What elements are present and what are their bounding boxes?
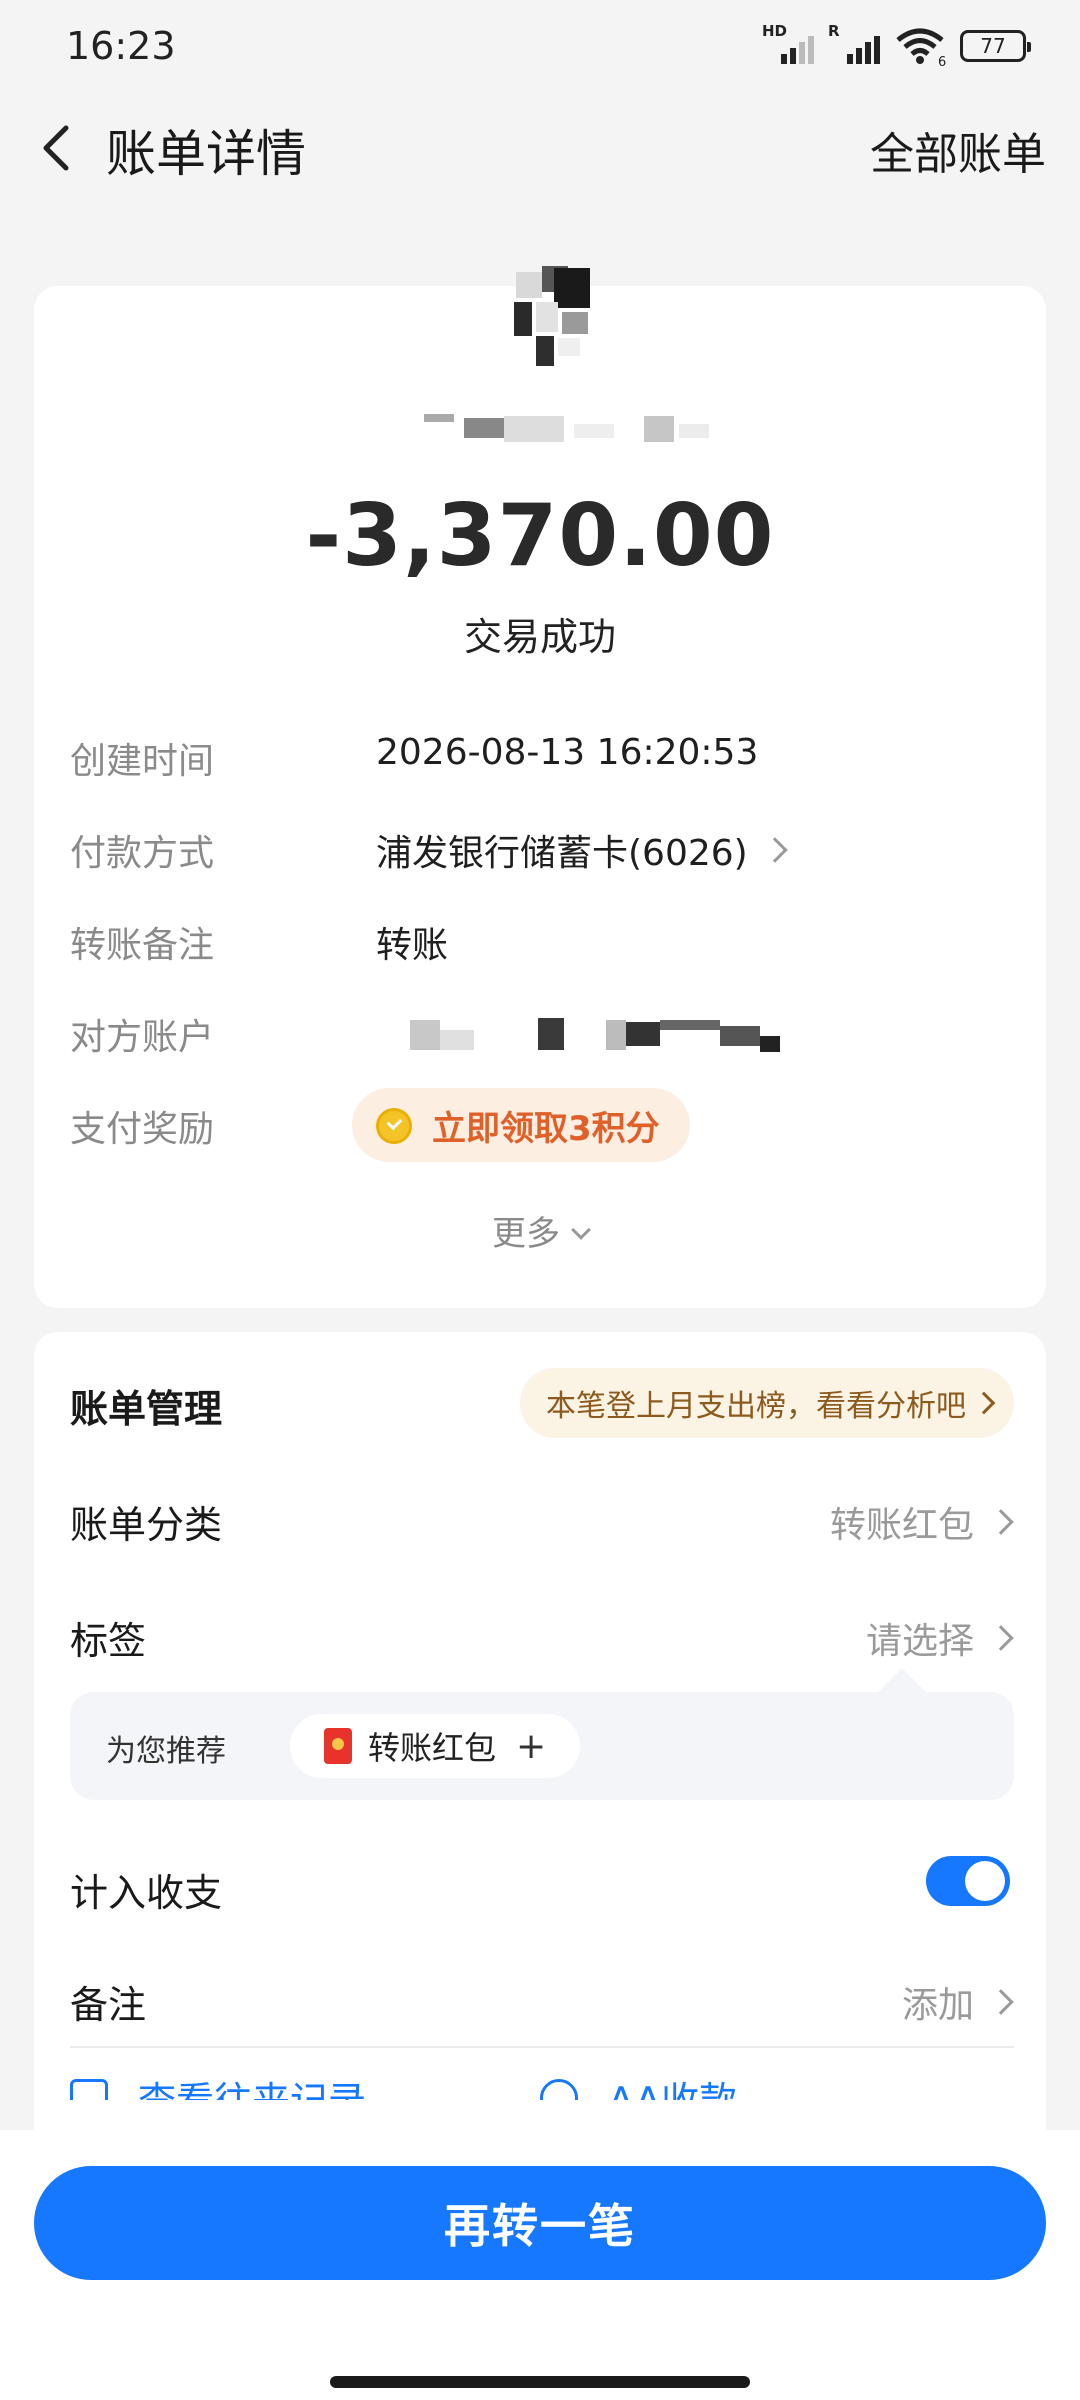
cell-signal-r-icon: R — [828, 22, 880, 66]
note-label: 备注 — [70, 1983, 147, 2027]
counterparty-name-redacted — [424, 414, 709, 442]
payment-reward-label: 支付奖励 — [70, 1109, 215, 1150]
bottom-action-bar: 再转一笔 — [0, 2130, 1080, 2400]
back-arrow-icon[interactable] — [28, 118, 88, 178]
red-envelope-icon — [324, 1728, 352, 1764]
status-bar: 16:23 HD R 6 77 — [0, 0, 1080, 96]
tag-label: 标签 — [70, 1619, 147, 1663]
spending-analysis-banner[interactable]: 本笔登上月支出榜，看看分析吧 — [520, 1368, 1014, 1438]
avatar — [514, 266, 590, 366]
aa-collect-link[interactable]: AA收款 — [540, 2070, 737, 2100]
add-icon: + — [516, 1725, 547, 1767]
wifi-icon: 6 — [896, 28, 946, 66]
list-icon — [70, 2078, 108, 2100]
detail-row-memo: 转账备注 转账 — [70, 910, 1010, 970]
status-time: 16:23 — [66, 24, 176, 68]
payment-method-label: 付款方式 — [70, 833, 215, 874]
svg-text:6: 6 — [938, 55, 946, 66]
battery-icon: 77 — [960, 30, 1031, 62]
divider — [70, 2046, 1014, 2048]
cell-signal-hd-icon: HD — [762, 22, 814, 66]
payment-method-value[interactable]: 浦发银行储蓄卡(6026) — [376, 824, 748, 876]
category-row[interactable]: 账单分类 转账红包 — [70, 1484, 1014, 1554]
transfer-memo-label: 转账备注 — [70, 925, 215, 966]
transfer-memo-value: 转账 — [376, 925, 449, 966]
include-in-stats-toggle[interactable] — [926, 1856, 1010, 1906]
coin-icon — [376, 1108, 412, 1144]
view-history-link[interactable]: 查看往来记录 — [70, 2070, 366, 2100]
transaction-status: 交易成功 — [463, 615, 616, 659]
transaction-card: -3,370.00 交易成功 创建时间 2026-08-13 16:20:53 … — [34, 266, 1046, 1308]
counterparty-account-label: 对方账户 — [70, 1017, 215, 1058]
home-indicator[interactable] — [330, 2376, 750, 2388]
created-time-label: 创建时间 — [70, 741, 215, 782]
detail-row-created: 创建时间 2026-08-13 16:20:53 — [70, 726, 1010, 786]
status-icons: HD R 6 77 — [762, 22, 1031, 66]
include-in-stats-row: 计入收支 — [70, 1852, 1010, 1922]
recommended-tag-chip[interactable]: 转账红包 + — [290, 1714, 581, 1778]
aa-icon — [540, 2078, 578, 2100]
detail-row-payment[interactable]: 付款方式 浦发银行储蓄卡(6026) — [70, 818, 1010, 878]
chevron-right-icon — [988, 1989, 1014, 2015]
more-toggle[interactable]: 更多 — [34, 1206, 1046, 1255]
page-title: 账单详情 — [106, 125, 306, 183]
tag-value: 请选择 — [865, 1621, 974, 1662]
nav-header: 账单详情 全部账单 — [0, 96, 1080, 200]
category-label: 账单分类 — [70, 1503, 223, 1547]
note-value: 添加 — [901, 1985, 974, 2026]
category-value: 转账红包 — [829, 1505, 974, 1546]
tag-recommendation-box: 为您推荐 转账红包 + — [70, 1668, 1014, 1800]
chevron-down-icon — [571, 1220, 591, 1240]
toggle-knob — [965, 1861, 1005, 1901]
detail-row-counterparty: 对方账户 — [70, 1002, 1010, 1062]
counterparty-account-redacted — [410, 1018, 780, 1052]
created-time-value: 2026-08-13 16:20:53 — [376, 732, 759, 773]
transaction-amount: -3,370.00 — [305, 486, 775, 586]
include-in-stats-label: 计入收支 — [70, 1871, 223, 1915]
chevron-right-icon — [988, 1625, 1014, 1651]
chevron-right-icon — [988, 1509, 1014, 1535]
chevron-right-icon — [972, 1391, 996, 1415]
recommend-label: 为您推荐 — [106, 1734, 226, 1769]
all-bills-link[interactable]: 全部账单 — [870, 118, 1046, 182]
note-row[interactable]: 备注 添加 — [70, 1964, 1014, 2034]
manage-header-row: 账单管理 本笔登上月支出榜，看看分析吧 — [70, 1368, 1014, 1438]
chevron-right-icon — [761, 837, 788, 863]
quick-links: 查看往来记录 AA收款 — [70, 2060, 1014, 2100]
bill-management-title: 账单管理 — [70, 1387, 223, 1431]
transfer-again-button[interactable]: 再转一笔 — [34, 2166, 1046, 2280]
detail-row-reward: 支付奖励 立即领取3积分 — [70, 1088, 1010, 1162]
claim-points-button[interactable]: 立即领取3积分 — [352, 1088, 690, 1162]
tag-row[interactable]: 标签 请选择 — [70, 1600, 1014, 1670]
